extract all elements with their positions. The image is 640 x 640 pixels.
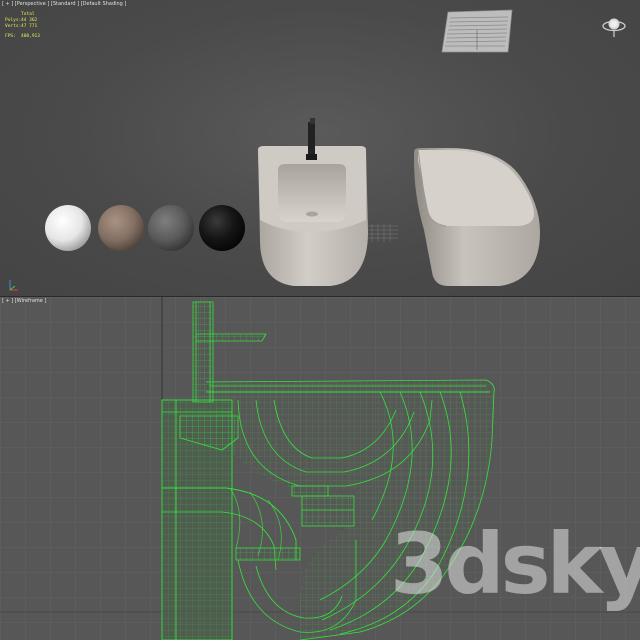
stats-verts-value: 47 771: [21, 24, 38, 29]
material-sphere-beige: [98, 205, 144, 251]
stats-verts-label: Verts:: [5, 24, 22, 29]
material-sphere-black: [199, 205, 245, 251]
perspective-viewport-label[interactable]: [ + ] [Perspective ] [Standard ] [Defaul…: [2, 1, 126, 7]
wireframe-viewport-label[interactable]: [ + ] [Wireframe ]: [2, 298, 46, 304]
perspective-viewport[interactable]: [ + ] [Perspective ] [Standard ] [Defaul…: [0, 0, 640, 296]
navigation-cube-icon[interactable]: [600, 12, 628, 42]
ground-grid-patch: [368, 224, 398, 242]
perspective-scene: [9, 9, 540, 291]
stats-fps-label: FPS:: [5, 34, 16, 39]
bidet-model: [258, 118, 368, 286]
viewport-statistics: Total Polys: 44 362 Verts: 47 771 FPS: 408,…: [5, 12, 40, 40]
watermark-logo: 3dsky: [390, 515, 640, 613]
stats-fps-value: 408,913: [21, 34, 40, 39]
flush-plate: [441, 9, 513, 53]
toilet-model: [414, 148, 540, 286]
material-sphere-white: [45, 205, 91, 251]
material-sphere-grey: [148, 205, 194, 251]
axis-gizmo-icon: [9, 280, 18, 291]
